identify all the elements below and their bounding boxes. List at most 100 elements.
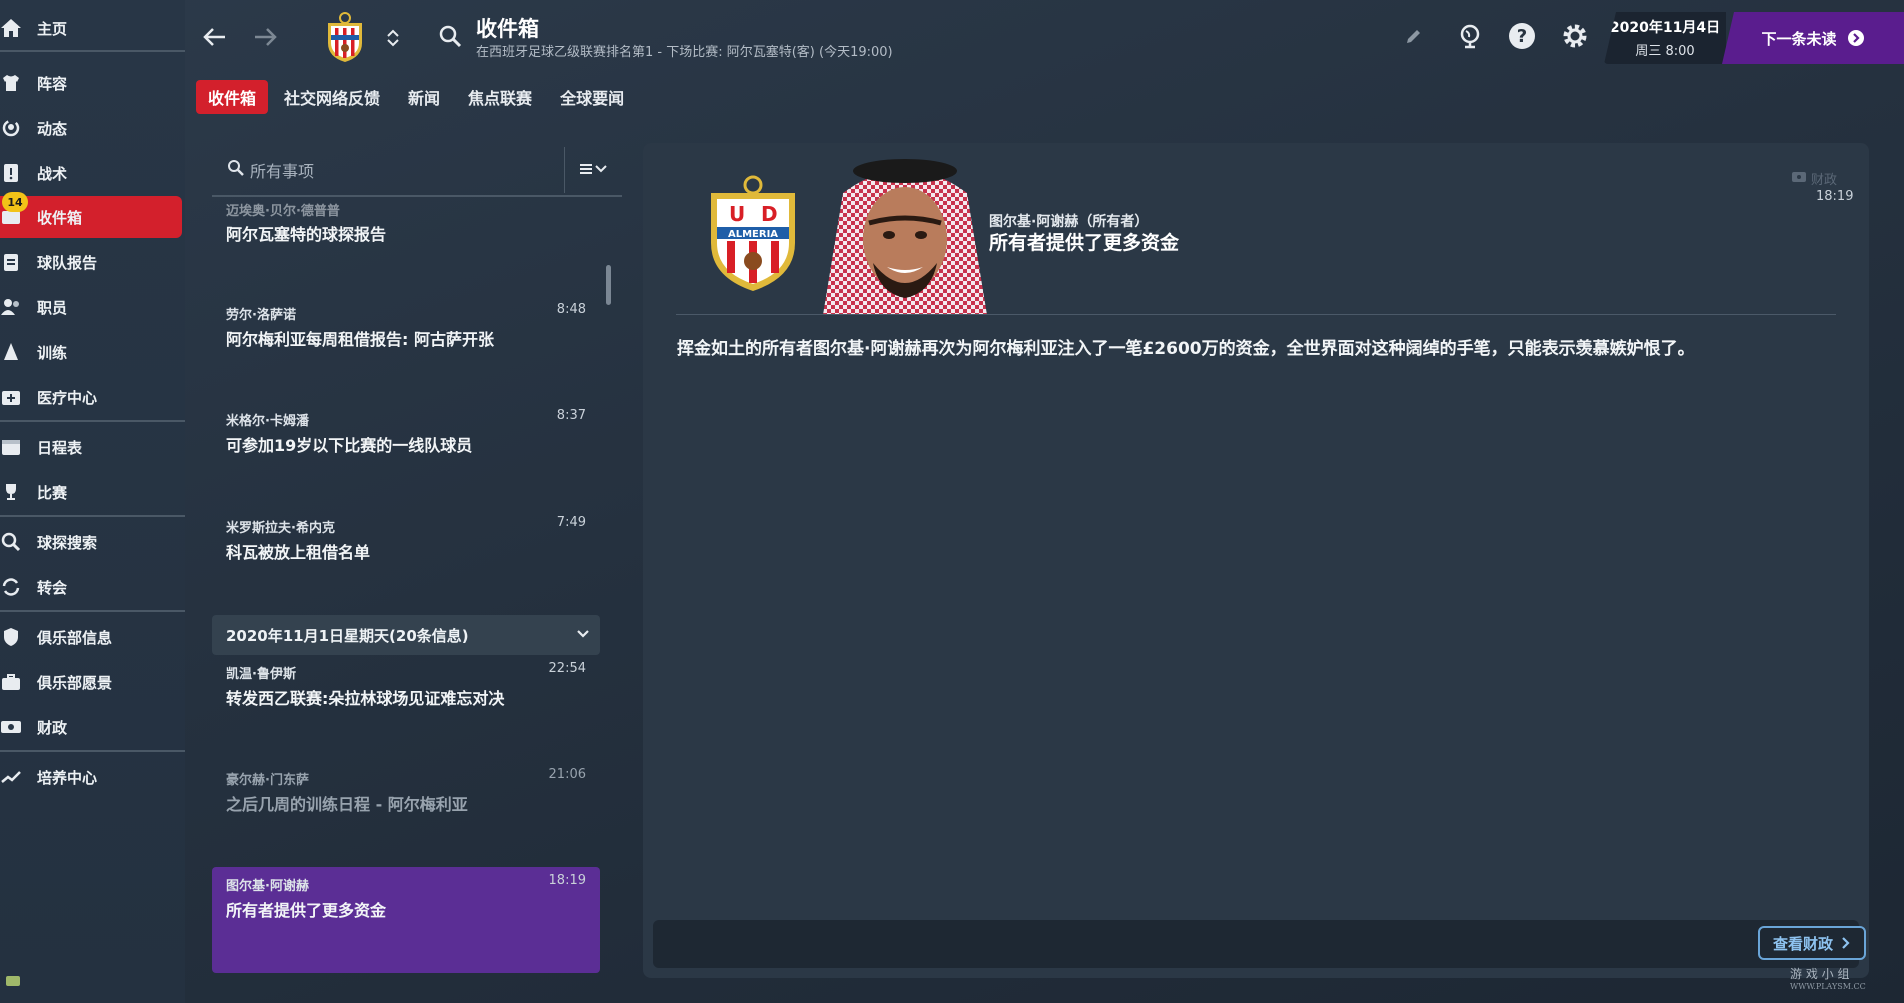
list-item[interactable]: 米罗斯拉夫·希内克 7:49 科瓦被放上租借名单 xyxy=(212,513,600,573)
divider xyxy=(676,314,1836,315)
sidebar-item-development[interactable]: 培养中心 xyxy=(0,756,182,798)
home-icon xyxy=(0,17,22,39)
sidebar-item-scouting[interactable]: 球探搜索 xyxy=(0,521,182,563)
sidebar-item-schedule[interactable]: 日程表 xyxy=(0,426,182,468)
sidebar-item-label: 训练 xyxy=(37,343,68,362)
tab-social-feedback[interactable]: 社交网络反馈 xyxy=(272,80,392,114)
sidebar-item-medical[interactable]: 医疗中心 xyxy=(0,376,182,418)
status-indicator-icon[interactable] xyxy=(6,976,20,986)
message-search-input[interactable] xyxy=(250,157,570,185)
transfer-icon xyxy=(0,576,22,598)
sidebar-item-label: 财政 xyxy=(37,718,68,737)
sidebar-item-staff[interactable]: 职员 xyxy=(0,286,182,328)
chevron-right-icon xyxy=(1841,936,1851,950)
sidebar: 主页 阵容 动态 战术 收件箱 14 球队报告 职员 训练 医疗中心 日程表 比… xyxy=(0,0,185,1003)
sidebar-item-label: 培养中心 xyxy=(37,768,98,787)
page-subtitle: 在西班牙足球乙级联赛排名第1 - 下场比赛: 阿尔瓦塞特(客) (今天19:00… xyxy=(476,45,893,60)
date-group-header[interactable]: 2020年11月1日星期天(20条信息) xyxy=(212,615,600,655)
tab-focus-leagues[interactable]: 焦点联赛 xyxy=(456,80,544,114)
sidebar-item-inbox[interactable]: 收件箱 14 xyxy=(0,192,182,238)
filter-dropdown-button[interactable] xyxy=(564,147,622,193)
game-date-display[interactable]: 2020年11月4日 周三 8:00 xyxy=(1604,12,1726,64)
sidebar-item-dynamics[interactable]: 动态 xyxy=(0,107,182,149)
medical-kit-icon xyxy=(0,386,22,408)
sidebar-item-transfers[interactable]: 转会 xyxy=(0,566,182,608)
page-title: 收件箱 xyxy=(476,17,539,41)
message-time: 18:19 xyxy=(548,873,586,888)
category-tag-label: 财政 xyxy=(1811,173,1838,188)
sidebar-item-label: 球队报告 xyxy=(37,253,98,272)
message-title: 所有者提供了更多资金 xyxy=(989,232,1180,254)
message-sender: 米格尔·卡姆潘 xyxy=(226,414,309,429)
pencil-icon[interactable] xyxy=(1400,24,1426,50)
message-sender: 凯温·鲁伊斯 xyxy=(226,667,296,682)
message-detail-panel: U D ALMERIA 图尔基·阿谢赫（所有者） 所有者提供了更多资金 财政 1… xyxy=(643,143,1869,978)
list-item[interactable]: 劳尔·洛萨诺 8:48 阿尔梅利亚每周租借报告: 阿古萨开张 xyxy=(212,300,600,360)
watermark-line2: WWW.PLAYSM.CC xyxy=(1790,982,1866,991)
divider xyxy=(0,750,185,752)
sidebar-item-label: 动态 xyxy=(37,119,68,138)
search-icon[interactable] xyxy=(436,22,464,50)
tab-world-news[interactable]: 全球要闻 xyxy=(548,80,636,114)
help-icon[interactable]: ? xyxy=(1506,20,1538,52)
sidebar-item-label: 球探搜索 xyxy=(37,533,98,552)
sidebar-item-home[interactable]: 主页 xyxy=(0,7,182,49)
next-unread-label: 下一条未读 xyxy=(1761,29,1837,48)
sidebar-item-training[interactable]: 训练 xyxy=(0,331,182,373)
cone-icon xyxy=(0,341,22,363)
svg-text:D: D xyxy=(761,202,778,226)
list-item[interactable]: 豪尔赫·门东萨 21:06 之后几周的训练日程 - 阿尔梅利亚 xyxy=(212,765,600,825)
sidebar-item-label: 主页 xyxy=(37,19,68,38)
message-subject: 阿尔瓦塞特的球探报告 xyxy=(226,225,387,244)
category-tag: 财政 xyxy=(1791,169,1837,188)
sidebar-item-finances[interactable]: 财政 xyxy=(0,706,182,748)
sidebar-item-squad[interactable]: 阵容 xyxy=(0,62,182,104)
sidebar-item-label: 比赛 xyxy=(37,483,68,502)
list-item[interactable]: 凯温·鲁伊斯 22:54 转发西乙联赛:朵拉林球场见证难忘对决 xyxy=(212,660,600,720)
sidebar-item-tactics[interactable]: 战术 xyxy=(0,152,182,194)
list-scrollbar[interactable] xyxy=(606,265,611,305)
sidebar-item-label: 日程表 xyxy=(37,438,83,457)
tab-news[interactable]: 新闻 xyxy=(396,80,452,114)
divider xyxy=(0,50,185,52)
list-item[interactable]: 米格尔·卡姆潘 8:37 可参加19岁以下比赛的一线队球员 xyxy=(212,406,600,466)
message-sender: 图尔基·阿谢赫 xyxy=(226,879,309,894)
svg-text:U: U xyxy=(729,202,745,226)
refresh-person-icon xyxy=(0,117,22,139)
view-finances-button[interactable]: 查看财政 xyxy=(1758,926,1866,960)
sidebar-item-label: 转会 xyxy=(37,578,68,597)
message-sender: 米罗斯拉夫·希内克 xyxy=(226,521,335,536)
club-switch-chevrons[interactable] xyxy=(384,22,402,54)
sidebar-item-club-info[interactable]: 俱乐部信息 xyxy=(0,616,182,658)
message-action-bar xyxy=(653,920,1859,968)
message-timestamp: 18:19 xyxy=(1816,189,1854,204)
message-subject: 阿尔梅利亚每周租借报告: 阿古萨开张 xyxy=(226,330,494,349)
back-arrow-icon[interactable] xyxy=(200,22,230,52)
divider xyxy=(0,610,185,612)
gear-icon[interactable] xyxy=(1559,20,1591,52)
sidebar-item-team-report[interactable]: 球队报告 xyxy=(0,241,182,283)
club-crest-small[interactable] xyxy=(322,10,368,64)
divider xyxy=(0,420,185,422)
globe-icon[interactable] xyxy=(1454,20,1486,52)
list-item-selected[interactable]: 图尔基·阿谢赫 18:19 所有者提供了更多资金 xyxy=(212,867,600,973)
chevron-down-icon xyxy=(576,627,590,645)
message-search-bar xyxy=(212,147,622,197)
sidebar-item-competitions[interactable]: 比赛 xyxy=(0,471,182,513)
date-group-label: 2020年11月1日星期天(20条信息) xyxy=(226,626,469,645)
shirt-icon xyxy=(0,72,22,94)
chevron-right-circle-icon xyxy=(1847,29,1865,47)
search-icon xyxy=(227,159,245,181)
sidebar-item-label: 职员 xyxy=(37,298,68,317)
list-item[interactable]: 迈埃奥·贝尔·德普普 阿尔瓦塞特的球探报告 xyxy=(212,200,600,250)
tab-inbox[interactable]: 收件箱 xyxy=(196,80,269,114)
sidebar-item-club-vision[interactable]: 俱乐部愿景 xyxy=(0,661,182,703)
message-subject: 可参加19岁以下比赛的一线队球员 xyxy=(226,436,473,455)
trophy-icon xyxy=(0,481,22,503)
forward-arrow-icon[interactable] xyxy=(250,22,280,52)
next-unread-button[interactable]: 下一条未读 xyxy=(1722,12,1904,64)
calendar-icon xyxy=(0,436,22,458)
message-sender: 迈埃奥·贝尔·德普普 xyxy=(226,204,340,219)
message-time: 8:48 xyxy=(556,302,586,317)
message-sender: 豪尔赫·门东萨 xyxy=(226,773,309,788)
